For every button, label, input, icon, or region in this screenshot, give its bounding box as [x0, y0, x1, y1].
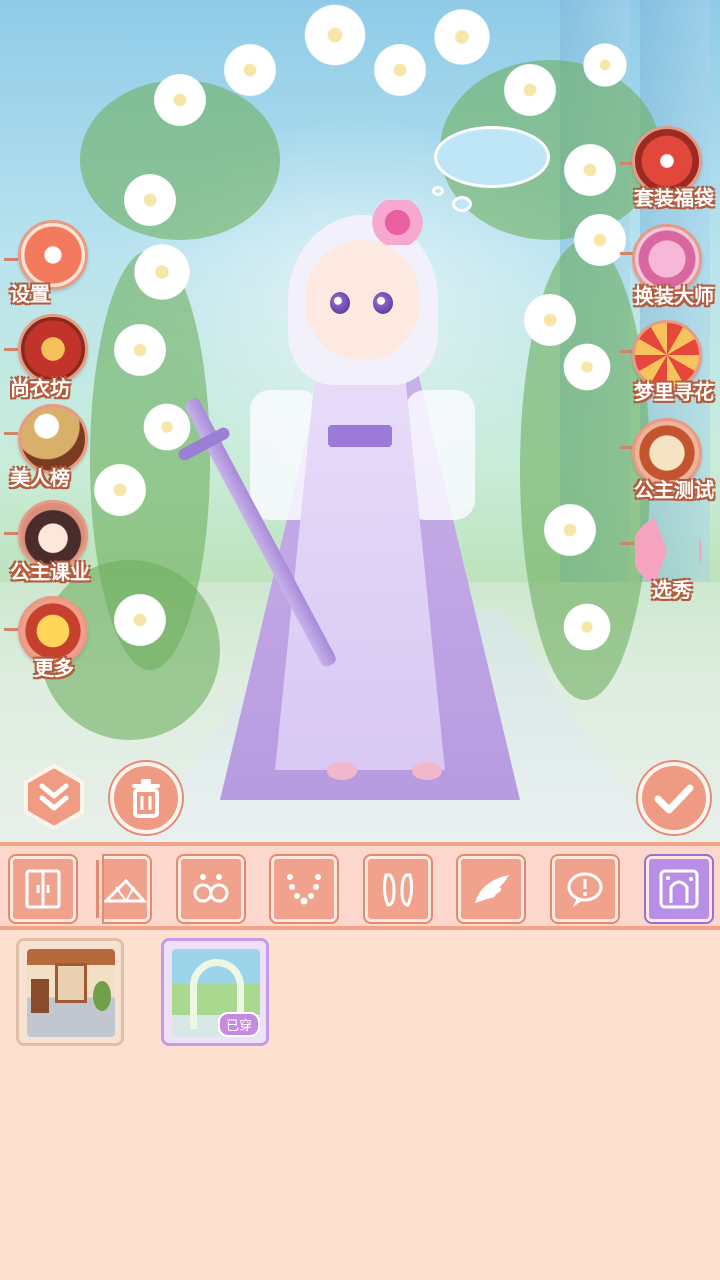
beauty-ranking-button[interactable]: 美人榜: [0, 404, 110, 494]
princess-lessons-button[interactable]: 公主课业: [0, 500, 110, 590]
wing-icon: [475, 875, 509, 903]
flower: [430, 5, 494, 69]
princess-lessons-label: 公主课业: [10, 560, 90, 584]
room-doorway: [55, 963, 87, 1003]
background-item-room[interactable]: [16, 938, 124, 1046]
left-eye: [330, 292, 350, 314]
flower: [370, 40, 430, 100]
wardrobe-door-icon: [25, 869, 61, 909]
outfit-bag-button[interactable]: 套装福袋: [610, 126, 720, 216]
outfit-bag-label: 套装福袋: [634, 186, 714, 210]
dream-flower-label: 梦里寻花: [634, 380, 714, 404]
speech-bubble-icon: [567, 872, 603, 907]
princess-test-label: 公主测试: [634, 478, 714, 502]
room-furniture: [31, 979, 49, 1013]
flower: [580, 40, 630, 90]
right-eye: [373, 292, 393, 314]
right-shoe: [412, 762, 442, 780]
flower: [220, 40, 280, 100]
wardrobe-shop-label: 尚衣坊: [10, 376, 70, 400]
flower: [520, 290, 580, 350]
settings-button[interactable]: 设置: [0, 220, 110, 310]
category-tab-bar: [0, 842, 720, 930]
shoes-icon: [382, 873, 414, 907]
more-label: 更多: [34, 656, 74, 680]
princess-test-button[interactable]: 公主测试: [610, 418, 720, 508]
game-scene: 设置 尚衣坊 美人榜 公主课业 更多 套装福袋 换装大师 梦里寻花 公主测试 选…: [0, 0, 720, 842]
tab-necklace[interactable]: [271, 856, 337, 922]
confirm-button[interactable]: [638, 762, 710, 834]
flower: [560, 340, 614, 394]
necklace-icon: [287, 874, 321, 905]
menu-tick: [4, 432, 18, 435]
settings-label: 设置: [10, 282, 50, 306]
flower: [120, 170, 180, 230]
left-shoe: [327, 762, 357, 780]
earrings-icon: [193, 874, 229, 903]
selection-button[interactable]: 选秀: [610, 516, 720, 606]
menu-tick: [4, 628, 18, 631]
selection-label: 选秀: [652, 578, 692, 602]
flower-hairpin: [370, 200, 425, 245]
collapse-button[interactable]: [22, 764, 86, 830]
more-button[interactable]: 更多: [0, 596, 110, 686]
character-face: [305, 240, 420, 360]
flower: [300, 0, 370, 70]
flower: [150, 70, 210, 130]
background-scene-icon: [659, 869, 699, 909]
wardrobe-shop-button[interactable]: 尚衣坊: [0, 314, 110, 404]
flower: [560, 600, 614, 654]
tab-fan[interactable]: [104, 856, 150, 922]
flower: [500, 60, 560, 120]
room-background-thumbnail: [27, 949, 115, 1037]
fan-icon: [104, 878, 148, 903]
tab-shoes[interactable]: [365, 856, 431, 922]
dressup-master-label: 换装大师: [634, 284, 714, 308]
tab-earrings[interactable]: [178, 856, 244, 922]
beauty-ranking-label: 美人榜: [10, 466, 70, 490]
delete-button[interactable]: [110, 762, 182, 834]
tab-speech[interactable]: [552, 856, 618, 922]
background-item-garden[interactable]: 已穿: [161, 938, 269, 1046]
menu-tick: [4, 532, 18, 535]
tab-divider: [96, 860, 99, 918]
trash-icon: [132, 779, 160, 818]
dressup-master-button[interactable]: 换装大师: [610, 224, 720, 314]
menu-tick: [4, 348, 18, 351]
worn-badge: 已穿: [217, 1012, 260, 1037]
flower: [110, 320, 170, 380]
character-avatar[interactable]: [176, 180, 520, 800]
tab-background[interactable]: [646, 856, 712, 922]
room-plant: [93, 981, 111, 1011]
dream-flower-button[interactable]: 梦里寻花: [610, 320, 720, 410]
thought-bubble: [434, 126, 550, 188]
menu-tick: [4, 258, 18, 261]
tab-wardrobe[interactable]: [10, 856, 76, 922]
flower: [110, 590, 170, 650]
flower: [540, 500, 600, 560]
waist-sash: [328, 425, 392, 447]
checkmark-icon: [654, 784, 694, 814]
tab-wings[interactable]: [458, 856, 524, 922]
